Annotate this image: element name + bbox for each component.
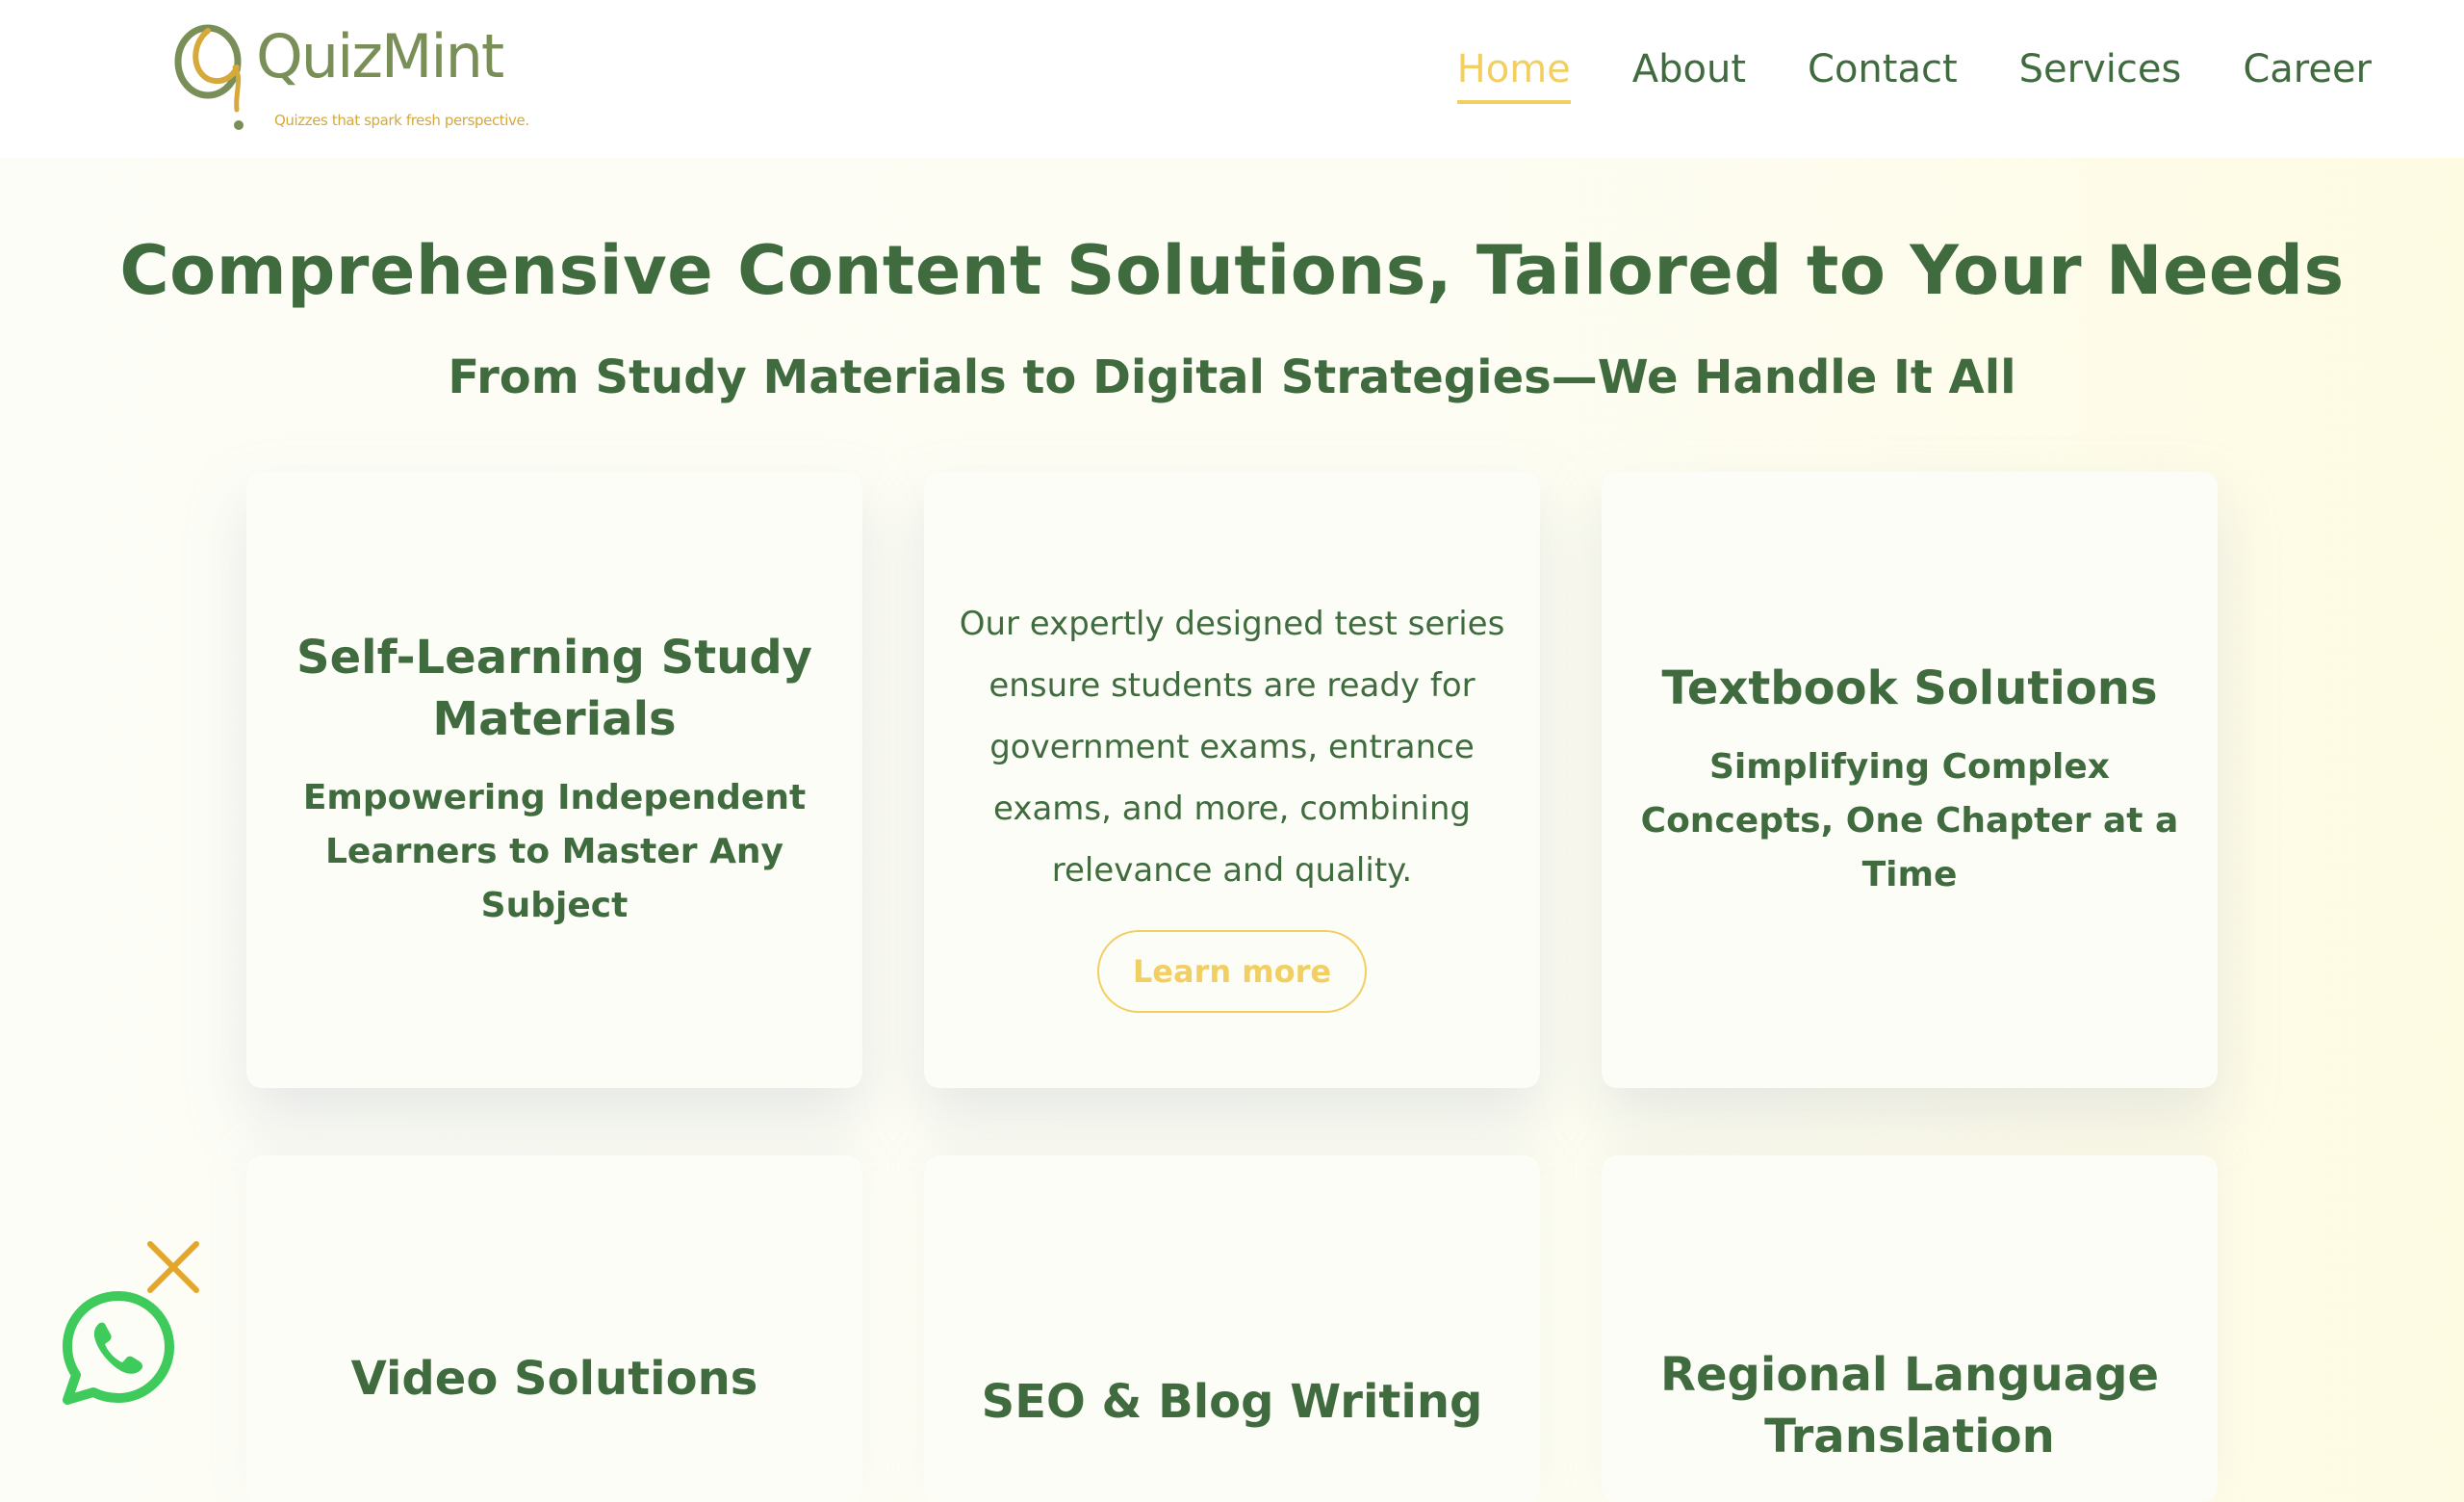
service-card-textbook[interactable]: Textbook Solutions Simplifying Complex C… — [1602, 472, 2218, 1088]
nav-item-home[interactable]: Home — [1456, 46, 1571, 104]
page-title: Comprehensive Content Solutions, Tailore… — [119, 231, 2345, 310]
service-card-self-learning[interactable]: Self-Learning Study Materials Empowering… — [246, 472, 862, 1088]
card-title: Video Solutions — [350, 1352, 758, 1406]
nav-item-career[interactable]: Career — [2243, 46, 2372, 104]
page-subtitle: From Study Materials to Digital Strategi… — [448, 350, 2016, 404]
site-header: QuizMint Quizzes that spark fresh perspe… — [0, 0, 2464, 158]
service-card-seo[interactable]: SEO & Blog Writing — [924, 1155, 1540, 1502]
card-title: Textbook Solutions — [1661, 661, 2158, 715]
service-card-test-series[interactable]: Our expertly designed test series ensure… — [924, 472, 1540, 1088]
card-subtitle: Empowering Independent Learners to Maste… — [302, 778, 807, 925]
service-card-video[interactable]: Video Solutions — [246, 1155, 862, 1502]
nav-item-contact[interactable]: Contact — [1808, 46, 1958, 104]
nav-item-about[interactable]: About — [1632, 46, 1746, 104]
card-description: Our expertly designed test series ensure… — [959, 605, 1505, 890]
card-title: Regional Language Translation — [1659, 1348, 2159, 1463]
card-title: SEO & Blog Writing — [981, 1375, 1483, 1429]
learn-more-button[interactable]: Learn more — [1097, 930, 1367, 1013]
main-nav: Home About Contact Services Career — [1456, 46, 2372, 104]
service-card-regional[interactable]: Regional Language Translation — [1602, 1155, 2218, 1502]
brand-logo[interactable]: QuizMint Quizzes that spark fresh perspe… — [173, 21, 529, 137]
card-subtitle: Simplifying Complex Concepts, One Chapte… — [1640, 747, 2179, 894]
nav-item-services[interactable]: Services — [2019, 46, 2182, 104]
quiz-logo-icon — [174, 24, 244, 130]
brand-name: QuizMint — [256, 21, 504, 91]
whatsapp-icon[interactable] — [58, 1286, 179, 1408]
card-title: Self-Learning Study Materials — [296, 631, 812, 746]
brand-tagline: Quizzes that spark fresh perspective. — [274, 112, 529, 129]
